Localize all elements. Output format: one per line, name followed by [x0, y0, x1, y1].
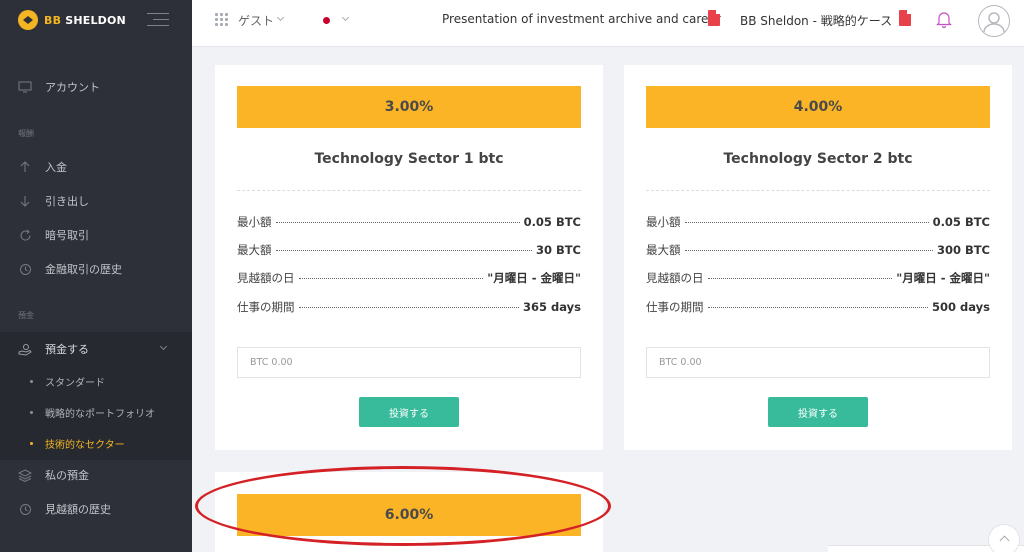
hand-coin-icon	[18, 342, 32, 356]
history-clock-icon	[18, 502, 32, 516]
divider	[237, 190, 581, 191]
plan-min-row: 最小額 0.05 BTC	[237, 215, 581, 229]
plan-days-row: 見越額の日 "月曜日 - 金曜日"	[646, 271, 990, 285]
sidebar-subitem-label: スタンダード	[45, 378, 105, 389]
plan-min-row: 最小額 0.05 BTC	[646, 215, 990, 229]
pdf-icon[interactable]	[708, 10, 720, 26]
sidebar-subitem-label: 戦略的なポートフォリオ	[45, 409, 155, 420]
bitcoin-logo-icon	[18, 10, 38, 30]
plan-card: 3.00% Technology Sector 1 btc 最小額 0.05 BT…	[215, 65, 603, 450]
plan-max-row: 最大額 30 BTC	[237, 243, 581, 257]
sidebar-section-deposit: 預金	[18, 311, 34, 320]
user-name-dropdown[interactable]: ゲスト	[238, 12, 274, 29]
chevron-down-icon[interactable]	[276, 13, 285, 22]
refresh-icon	[18, 228, 32, 242]
sidebar-item-my-deposits[interactable]: 私の預金	[0, 468, 192, 482]
sidebar-item-profit-history[interactable]: 見越額の歴史	[0, 502, 192, 516]
chevron-down-icon	[159, 342, 168, 351]
arrow-up-icon	[18, 160, 32, 174]
logo-text: BB SHELDON	[44, 13, 126, 27]
sidebar-item-deposit-funds[interactable]: 入金	[0, 160, 192, 174]
sidebar-item-withdraw[interactable]: 引き出し	[0, 194, 192, 208]
sidebar-item-account[interactable]: アカウント	[0, 80, 192, 94]
sidebar-subitem-tech-sector[interactable]: 技術的なセクター	[0, 436, 192, 451]
plan-days-row: 見越額の日 "月曜日 - 金曜日"	[237, 271, 581, 285]
plan-title: Technology Sector 2 btc	[723, 151, 913, 167]
sidebar-subitem-standard[interactable]: スタンダード	[0, 374, 192, 389]
apps-grid-icon[interactable]	[215, 13, 229, 27]
invest-button[interactable]: 投資する	[359, 397, 459, 427]
arrow-down-icon	[18, 194, 32, 208]
plan-period-row: 仕事の期間 500 days	[646, 300, 990, 314]
highlight-annotation-ellipse	[195, 466, 611, 546]
pdf-icon[interactable]	[899, 10, 911, 26]
strategic-case-link[interactable]: BB Sheldon - 戦略的ケース	[740, 12, 892, 29]
sidebar-item-label: 私の預金	[45, 469, 89, 482]
plan-card: 4.00% Technology Sector 2 btc 最小額 0.05 BT…	[624, 65, 1012, 450]
sidebar-item-transaction-history[interactable]: 金融取引の歴史	[0, 262, 192, 276]
amount-input[interactable]	[237, 347, 581, 378]
sidebar: BB SHELDON アカウント 報酬 入金 引き出し 暗号取引 金融取引の歴史…	[0, 0, 192, 552]
sidebar-item-label: 預金する	[45, 343, 89, 356]
sidebar-item-label: 金融取引の歴史	[45, 263, 122, 276]
plan-rate: 3.00%	[237, 86, 581, 128]
sidebar-item-label: 引き出し	[45, 195, 89, 208]
sidebar-section-finance: 報酬	[18, 129, 34, 138]
sidebar-subitem-strategic[interactable]: 戦略的なポートフォリオ	[0, 405, 192, 420]
scroll-to-top-button[interactable]	[988, 524, 1020, 552]
plan-rate: 4.00%	[646, 86, 990, 128]
divider	[646, 190, 990, 191]
presentation-link[interactable]: Presentation of investment archive and c…	[442, 12, 721, 26]
sidebar-item-crypto-trade[interactable]: 暗号取引	[0, 228, 192, 242]
plan-max-row: 最大額 300 BTC	[646, 243, 990, 257]
monitor-icon	[18, 80, 32, 94]
sidebar-item-label: 見越額の歴史	[45, 503, 111, 516]
sidebar-item-label: アカウント	[45, 81, 100, 94]
layers-icon	[18, 468, 32, 482]
logo[interactable]: BB SHELDON	[0, 0, 192, 40]
top-bar: ゲスト Presentation of investment archive a…	[192, 0, 1024, 47]
plan-period-row: 仕事の期間 365 days	[237, 300, 581, 314]
japan-flag-icon[interactable]	[323, 17, 330, 24]
chevron-down-icon[interactable]	[341, 13, 350, 22]
sidebar-item-label: 暗号取引	[45, 229, 89, 242]
plan-title: Technology Sector 1 btc	[314, 151, 504, 167]
sidebar-item-label: 入金	[45, 161, 67, 174]
invest-button[interactable]: 投資する	[768, 397, 868, 427]
bell-icon[interactable]	[936, 11, 952, 29]
avatar[interactable]	[978, 5, 1010, 37]
history-clock-icon	[18, 262, 32, 276]
sidebar-item-deposit[interactable]: 預金する	[0, 342, 192, 356]
sidebar-subitem-label: 技術的なセクター	[45, 440, 125, 451]
hamburger-menu-icon[interactable]	[147, 13, 169, 27]
amount-input[interactable]	[646, 347, 990, 378]
